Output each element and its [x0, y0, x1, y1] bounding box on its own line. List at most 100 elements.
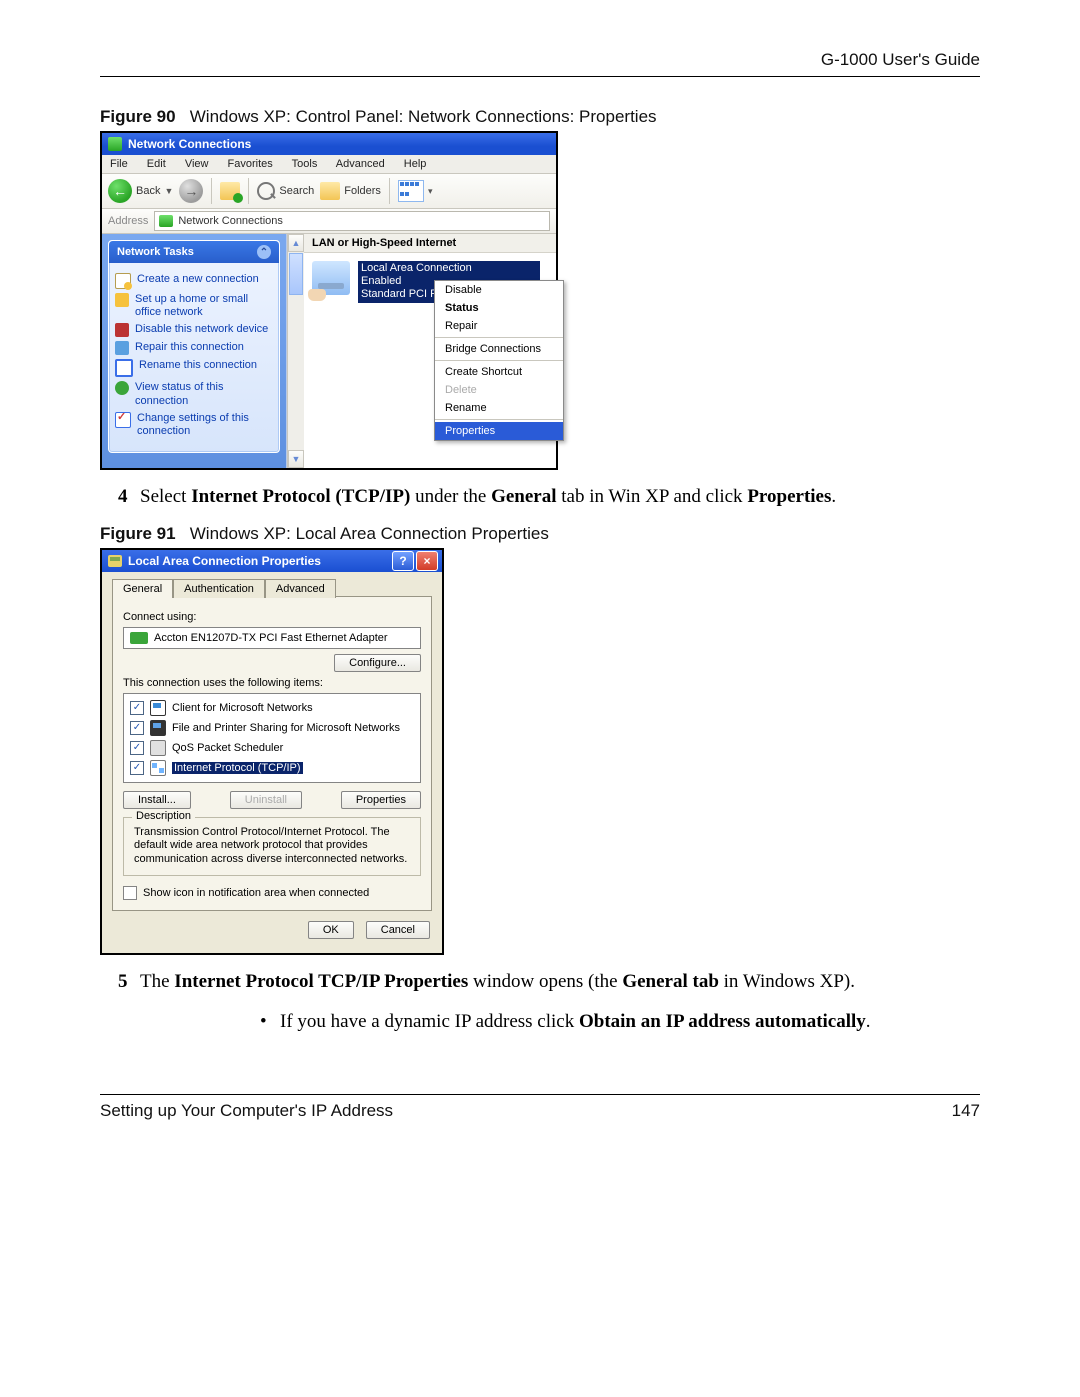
- ctx-rename[interactable]: Rename: [435, 399, 563, 417]
- footer-section: Setting up Your Computer's IP Address: [100, 1101, 393, 1121]
- task-change-settings[interactable]: Change settings of this connection: [115, 412, 273, 438]
- task-create-connection[interactable]: Create a new connection: [115, 273, 273, 289]
- ctx-shortcut[interactable]: Create Shortcut: [435, 363, 563, 381]
- toolbar-separator: [211, 178, 212, 204]
- step-number: 4: [118, 484, 140, 510]
- item-qos[interactable]: ✓QoS Packet Scheduler: [128, 738, 416, 758]
- task-rename[interactable]: Rename this connection: [115, 359, 273, 377]
- step-5: 5 The Internet Protocol TCP/IP Propertie…: [118, 969, 980, 995]
- dialog-title: Local Area Connection Properties: [128, 554, 321, 568]
- show-icon-label: Show icon in notification area when conn…: [143, 887, 369, 899]
- status-icon: [115, 381, 129, 395]
- item-client[interactable]: ✓Client for Microsoft Networks: [128, 698, 416, 718]
- ctx-separator: [435, 360, 563, 361]
- address-value: Network Connections: [178, 215, 283, 227]
- address-field[interactable]: Network Connections: [154, 211, 550, 231]
- checkbox-icon[interactable]: ✓: [130, 721, 144, 735]
- views-button[interactable]: ▾: [398, 180, 433, 202]
- collapse-icon: ⌃: [257, 245, 271, 259]
- rename-icon: [115, 359, 133, 377]
- close-button[interactable]: ×: [416, 551, 438, 571]
- scroll-thumb[interactable]: [289, 253, 303, 295]
- menu-file[interactable]: File: [110, 158, 128, 170]
- footer-rule: [100, 1094, 980, 1095]
- chevron-down-icon: ▼: [164, 186, 173, 196]
- checkbox-empty-icon[interactable]: [123, 886, 137, 900]
- scroll-up-icon[interactable]: ▲: [288, 234, 304, 252]
- tab-general[interactable]: General: [112, 579, 173, 598]
- tab-authentication[interactable]: Authentication: [173, 579, 265, 598]
- back-label: Back: [136, 185, 160, 197]
- menu-help[interactable]: Help: [404, 158, 427, 170]
- ctx-repair[interactable]: Repair: [435, 317, 563, 335]
- general-tab-pane: Connect using: Accton EN1207D-TX PCI Fas…: [112, 596, 432, 911]
- install-button[interactable]: Install...: [123, 791, 191, 809]
- item-file-printer[interactable]: ✓File and Printer Sharing for Microsoft …: [128, 718, 416, 738]
- qos-icon: [150, 740, 166, 756]
- network-tasks-header[interactable]: Network Tasks ⌃: [109, 241, 279, 263]
- tab-advanced[interactable]: Advanced: [265, 579, 336, 598]
- address-label: Address: [108, 215, 148, 227]
- network-tasks-label: Network Tasks: [117, 246, 194, 258]
- network-connections-window: Network Connections File Edit View Favor…: [100, 131, 558, 470]
- task-view-status[interactable]: View status of this connection: [115, 381, 273, 407]
- checkbox-icon[interactable]: ✓: [130, 741, 144, 755]
- description-legend: Description: [132, 810, 195, 822]
- repair-icon: [115, 341, 129, 355]
- up-folder-button[interactable]: [220, 182, 240, 200]
- ok-button[interactable]: OK: [308, 921, 354, 939]
- nic-icon: [108, 555, 122, 567]
- checkbox-icon[interactable]: ✓: [130, 761, 144, 775]
- item-tcpip[interactable]: ✓Internet Protocol (TCP/IP): [128, 758, 416, 778]
- step-number: 5: [118, 969, 140, 995]
- folders-button[interactable]: Folders: [320, 182, 381, 200]
- scrollbar[interactable]: ▲ ▼: [287, 234, 304, 468]
- window-titlebar[interactable]: Network Connections: [102, 133, 556, 155]
- show-icon-checkbox[interactable]: Show icon in notification area when conn…: [123, 886, 421, 900]
- page-header-title: G-1000 User's Guide: [100, 50, 980, 70]
- chevron-down-icon: ▾: [428, 186, 433, 197]
- scroll-down-icon[interactable]: ▼: [288, 450, 304, 468]
- search-button[interactable]: Search: [257, 182, 314, 200]
- dialog-titlebar[interactable]: Local Area Connection Properties ? ×: [102, 550, 442, 572]
- menu-advanced[interactable]: Advanced: [336, 158, 385, 170]
- folder-icon: [320, 182, 340, 200]
- tasks-side-panel: Network Tasks ⌃ Create a new connection …: [102, 234, 287, 468]
- ctx-separator: [435, 337, 563, 338]
- configure-button[interactable]: Configure...: [334, 654, 421, 672]
- task-repair[interactable]: Repair this connection: [115, 341, 273, 355]
- checkbox-icon[interactable]: ✓: [130, 701, 144, 715]
- forward-button[interactable]: →: [179, 179, 203, 203]
- share-icon: [150, 720, 166, 736]
- client-icon: [150, 700, 166, 716]
- toolbar: ← Back ▼ → Search Folders ▾: [102, 174, 556, 209]
- context-menu: Disable Status Repair Bridge Connections…: [434, 280, 564, 441]
- adapter-name: Accton EN1207D-TX PCI Fast Ethernet Adap…: [154, 632, 388, 644]
- menu-tools[interactable]: Tools: [292, 158, 318, 170]
- task-disable-device[interactable]: Disable this network device: [115, 323, 273, 337]
- ctx-bridge[interactable]: Bridge Connections: [435, 340, 563, 358]
- ctx-properties[interactable]: Properties: [435, 422, 563, 440]
- back-button[interactable]: ← Back ▼: [108, 179, 173, 203]
- ctx-separator: [435, 419, 563, 420]
- folders-label: Folders: [344, 185, 381, 197]
- home-network-icon: [115, 293, 129, 307]
- ctx-disable[interactable]: Disable: [435, 281, 563, 299]
- menu-favorites[interactable]: Favorites: [228, 158, 273, 170]
- menu-edit[interactable]: Edit: [147, 158, 166, 170]
- header-rule: [100, 76, 980, 77]
- adapter-field[interactable]: Accton EN1207D-TX PCI Fast Ethernet Adap…: [123, 627, 421, 649]
- bullet-dynamic-ip: • If you have a dynamic IP address click…: [260, 1009, 980, 1035]
- ctx-delete: Delete: [435, 381, 563, 399]
- settings-icon: [115, 412, 131, 428]
- ctx-status[interactable]: Status: [435, 299, 563, 317]
- help-button[interactable]: ?: [392, 551, 414, 571]
- menu-view[interactable]: View: [185, 158, 209, 170]
- task-setup-network[interactable]: Set up a home or small office network: [115, 293, 273, 319]
- toolbar-separator: [389, 178, 390, 204]
- menu-bar: File Edit View Favorites Tools Advanced …: [102, 155, 556, 174]
- figure-90-caption: Figure 90 Windows XP: Control Panel: Net…: [100, 107, 980, 127]
- cancel-button[interactable]: Cancel: [366, 921, 430, 939]
- properties-button[interactable]: Properties: [341, 791, 421, 809]
- toolbar-separator: [248, 178, 249, 204]
